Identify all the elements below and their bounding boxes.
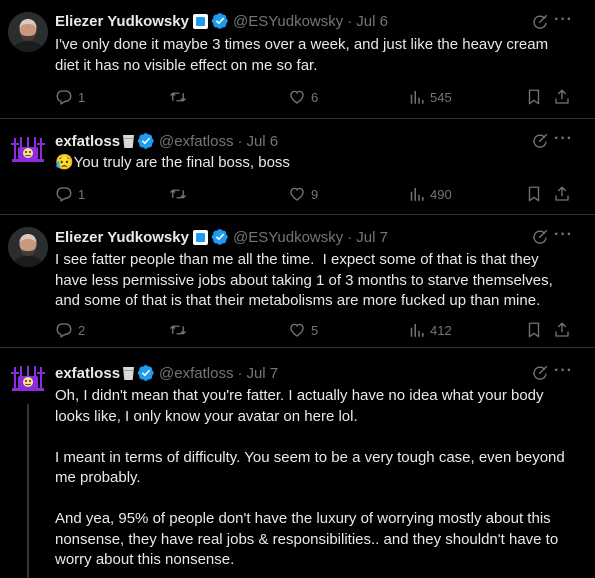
retweet-icon bbox=[169, 185, 187, 203]
author-handle[interactable]: @exfatloss bbox=[159, 365, 233, 382]
views-icon bbox=[407, 88, 425, 106]
tweet-2[interactable]: exfatloss @exfatloss · Jul 6 ··· 😥You tr… bbox=[0, 118, 595, 215]
heart-icon bbox=[288, 185, 306, 203]
avatar[interactable] bbox=[8, 131, 48, 171]
heart-icon bbox=[288, 321, 306, 339]
retweet-button[interactable] bbox=[169, 185, 192, 203]
tweet-header: exfatloss @exfatloss · Jul 6 bbox=[55, 132, 278, 150]
grok-icon[interactable] bbox=[531, 132, 549, 150]
views-button[interactable]: 412 bbox=[407, 321, 452, 339]
action-bar: 1 6 545 bbox=[55, 88, 575, 108]
reply-button[interactable]: 1 bbox=[55, 185, 85, 203]
tweet-text: Oh, I didn't mean that you're fatter. I … bbox=[55, 387, 565, 568]
bookmark-icon bbox=[525, 321, 543, 339]
author-handle[interactable]: @exfatloss bbox=[159, 133, 233, 150]
bookmark-icon bbox=[525, 88, 543, 106]
views-button[interactable]: 490 bbox=[407, 185, 452, 203]
like-button[interactable]: 9 bbox=[288, 185, 318, 203]
more-icon[interactable]: ··· bbox=[554, 362, 573, 380]
separator-dot: · bbox=[237, 132, 243, 150]
grok-icon[interactable] bbox=[531, 364, 549, 382]
affiliate-badge-icon bbox=[192, 13, 208, 29]
reply-count: 1 bbox=[78, 89, 86, 105]
bookmark-button[interactable] bbox=[525, 88, 543, 106]
reply-count: 1 bbox=[78, 186, 86, 202]
thread-line bbox=[27, 404, 29, 578]
view-count: 490 bbox=[430, 186, 452, 202]
tweet-header: Eliezer Yudkowsky @ESYudkowsky · Jul 7 bbox=[55, 228, 388, 246]
view-count: 412 bbox=[430, 322, 452, 338]
author-name[interactable]: Eliezer Yudkowsky bbox=[55, 13, 189, 30]
retweet-icon bbox=[169, 321, 187, 339]
retweet-button[interactable] bbox=[169, 321, 192, 339]
action-bar: 1 9 490 bbox=[55, 185, 575, 205]
grok-icon[interactable] bbox=[531, 228, 549, 246]
tweet-3[interactable]: Eliezer Yudkowsky @ESYudkowsky · Jul 7 ·… bbox=[0, 214, 595, 348]
heart-icon bbox=[288, 88, 306, 106]
action-bar: 2 5 412 bbox=[55, 321, 575, 341]
reply-icon bbox=[55, 321, 73, 339]
cup-emoji-icon bbox=[123, 366, 134, 381]
verified-icon bbox=[137, 364, 155, 382]
tweet-text: 😥You truly are the final boss, boss bbox=[55, 154, 290, 171]
like-button[interactable]: 6 bbox=[288, 88, 318, 106]
avatar[interactable] bbox=[8, 360, 48, 400]
reply-icon bbox=[55, 88, 73, 106]
tweet-date[interactable]: Jul 7 bbox=[356, 229, 388, 246]
grok-icon[interactable] bbox=[531, 13, 549, 31]
share-icon bbox=[553, 88, 571, 106]
reply-button[interactable]: 1 bbox=[55, 88, 85, 106]
author-name[interactable]: exfatloss bbox=[55, 365, 120, 382]
tweet-text: I've only done it maybe 3 times over a w… bbox=[55, 36, 553, 74]
more-icon[interactable]: ··· bbox=[554, 226, 573, 244]
tweet-header: Eliezer Yudkowsky @ESYudkowsky · Jul 6 bbox=[55, 12, 388, 30]
verified-icon bbox=[211, 228, 229, 246]
bookmark-button[interactable] bbox=[525, 185, 543, 203]
share-icon bbox=[553, 321, 571, 339]
view-count: 545 bbox=[430, 89, 452, 105]
tweet-text: I see fatter people than me all the time… bbox=[55, 251, 557, 309]
more-icon[interactable]: ··· bbox=[554, 130, 573, 148]
share-icon bbox=[553, 185, 571, 203]
views-icon bbox=[407, 185, 425, 203]
author-handle[interactable]: @ESYudkowsky bbox=[233, 229, 343, 246]
author-name[interactable]: exfatloss bbox=[55, 133, 120, 150]
share-button[interactable] bbox=[553, 88, 571, 106]
author-name[interactable]: Eliezer Yudkowsky bbox=[55, 229, 189, 246]
reply-count: 2 bbox=[78, 322, 86, 338]
separator-dot: · bbox=[347, 12, 353, 30]
more-icon[interactable]: ··· bbox=[554, 11, 573, 29]
verified-icon bbox=[137, 132, 155, 150]
separator-dot: · bbox=[237, 364, 243, 382]
like-button[interactable]: 5 bbox=[288, 321, 318, 339]
avatar[interactable] bbox=[8, 12, 48, 52]
cup-emoji-icon bbox=[123, 134, 134, 149]
tweet-date[interactable]: Jul 6 bbox=[246, 133, 278, 150]
reply-button[interactable]: 2 bbox=[55, 321, 85, 339]
tweet-date[interactable]: Jul 6 bbox=[356, 13, 388, 30]
bookmark-button[interactable] bbox=[525, 321, 543, 339]
tweet-4[interactable]: exfatloss @exfatloss · Jul 7 ··· Oh, I d… bbox=[0, 347, 595, 578]
bookmark-icon bbox=[525, 185, 543, 203]
verified-icon bbox=[211, 12, 229, 30]
reply-icon bbox=[55, 185, 73, 203]
tweet-date[interactable]: Jul 7 bbox=[246, 365, 278, 382]
tweet-header: exfatloss @exfatloss · Jul 7 bbox=[55, 364, 278, 382]
tweet-1[interactable]: Eliezer Yudkowsky @ESYudkowsky · Jul 6 ·… bbox=[0, 0, 595, 118]
views-icon bbox=[407, 321, 425, 339]
avatar[interactable] bbox=[8, 227, 48, 267]
affiliate-badge-icon bbox=[192, 229, 208, 245]
separator-dot: · bbox=[347, 228, 353, 246]
retweet-button[interactable] bbox=[169, 88, 192, 106]
like-count: 6 bbox=[311, 89, 319, 105]
views-button[interactable]: 545 bbox=[407, 88, 452, 106]
author-handle[interactable]: @ESYudkowsky bbox=[233, 13, 343, 30]
share-button[interactable] bbox=[553, 321, 571, 339]
like-count: 9 bbox=[311, 186, 319, 202]
retweet-icon bbox=[169, 88, 187, 106]
like-count: 5 bbox=[311, 322, 319, 338]
share-button[interactable] bbox=[553, 185, 571, 203]
